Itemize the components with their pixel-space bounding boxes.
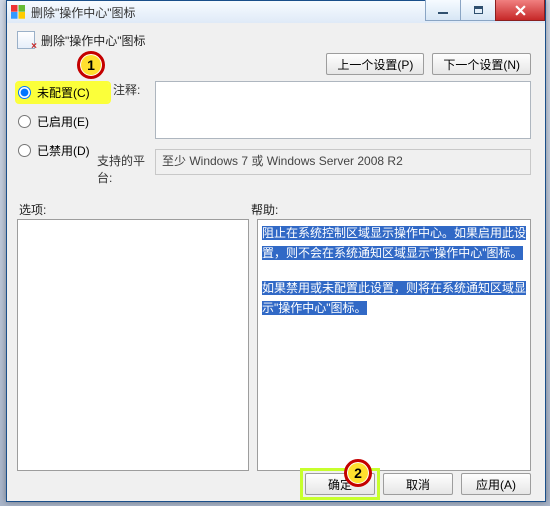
apply-button[interactable]: 应用(A) <box>461 473 531 495</box>
platform-row: 支持的平台: 至少 Windows 7 或 Windows Server 200… <box>97 149 531 186</box>
platform-value: 至少 Windows 7 或 Windows Server 2008 R2 <box>155 149 531 175</box>
radio-disabled-label: 已禁用(D) <box>37 142 90 159</box>
maximize-button[interactable] <box>460 0 496 21</box>
help-gap <box>262 264 526 278</box>
minimize-button[interactable] <box>425 0 461 21</box>
policy-title: 删除"操作中心"图标 <box>41 32 146 49</box>
close-icon <box>515 5 526 16</box>
section-labels: 选项: 帮助: <box>19 201 531 218</box>
help-label: 帮助: <box>251 201 278 218</box>
dialog-window: 删除"操作中心"图标 删除"操作中心"图标 上一个设置(P) 下一个设置(N) <box>6 0 546 502</box>
close-button[interactable] <box>495 0 545 21</box>
titlebar[interactable]: 删除"操作中心"图标 <box>7 1 545 24</box>
remarks-textarea[interactable] <box>155 81 531 139</box>
cancel-button[interactable]: 取消 <box>383 473 453 495</box>
header-row: 删除"操作中心"图标 <box>7 23 545 51</box>
prev-setting-button[interactable]: 上一个设置(P) <box>326 53 424 75</box>
help-paragraph-2: 如果禁用或未配置此设置，则将在系统通知区域显示"操作中心"图标。 <box>262 281 526 315</box>
help-panel[interactable]: 阻止在系统控制区域显示操作中心。如果启用此设置，则不会在系统通知区域显示"操作中… <box>257 219 531 471</box>
content-area: 删除"操作中心"图标 上一个设置(P) 下一个设置(N) 未配置(C) 已启用(… <box>7 23 545 501</box>
nav-buttons: 上一个设置(P) 下一个设置(N) <box>326 53 531 75</box>
radio-enabled-label: 已启用(E) <box>37 113 89 130</box>
remarks-label: 注释: <box>113 81 140 98</box>
policy-icon <box>17 31 35 49</box>
remarks-box <box>155 81 531 139</box>
annotation-1: 1 <box>77 51 105 79</box>
platform-label: 支持的平台: <box>97 149 155 186</box>
action-row: 确定 取消 应用(A) <box>7 473 545 495</box>
radio-not-configured-input[interactable] <box>18 86 31 99</box>
window-title: 删除"操作中心"图标 <box>31 4 136 21</box>
options-panel[interactable] <box>17 219 249 471</box>
radio-not-configured-label: 未配置(C) <box>37 84 90 101</box>
radio-disabled-input[interactable] <box>18 144 31 157</box>
radio-not-configured[interactable]: 未配置(C) <box>17 83 109 102</box>
annotation-2: 2 <box>344 459 372 487</box>
radio-disabled[interactable]: 已禁用(D) <box>17 141 109 160</box>
next-setting-button[interactable]: 下一个设置(N) <box>432 53 531 75</box>
radio-enabled-input[interactable] <box>18 115 31 128</box>
window-controls <box>426 0 545 21</box>
window-icon <box>11 5 25 19</box>
radio-enabled[interactable]: 已启用(E) <box>17 112 109 131</box>
state-radio-group: 未配置(C) 已启用(E) 已禁用(D) <box>17 81 109 160</box>
options-label: 选项: <box>19 201 251 218</box>
help-paragraph-1: 阻止在系统控制区域显示操作中心。如果启用此设置，则不会在系统通知区域显示"操作中… <box>262 226 526 260</box>
stage: 删除"操作中心"图标 删除"操作中心"图标 上一个设置(P) 下一个设置(N) <box>0 0 550 506</box>
